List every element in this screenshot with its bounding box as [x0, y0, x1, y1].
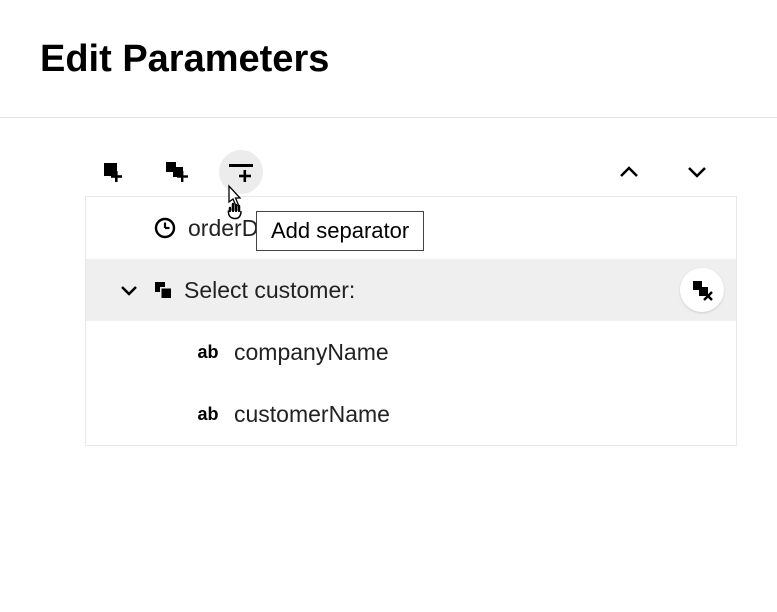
toolbar-right [607, 150, 731, 194]
add-separator-icon [227, 160, 255, 184]
ungroup-button[interactable] [680, 268, 724, 312]
group-icon [146, 279, 180, 301]
parameter-group-select-customer[interactable]: Select customer: [86, 259, 736, 321]
dialog-header: Edit Parameters [0, 0, 777, 81]
parameter-label: companyName [234, 339, 389, 366]
tooltip: Add separator [256, 211, 424, 251]
move-down-button[interactable] [675, 150, 719, 194]
toolbar-left [91, 150, 263, 194]
clock-icon [148, 216, 182, 240]
chevron-up-icon [618, 165, 640, 179]
header-divider [0, 117, 777, 118]
chevron-down-icon [112, 283, 146, 297]
group-label: Select customer: [184, 277, 355, 304]
add-item-button[interactable] [91, 150, 135, 194]
add-item-icon [101, 160, 125, 184]
add-group-button[interactable] [155, 150, 199, 194]
ungroup-icon [691, 279, 713, 301]
chevron-down-icon [686, 165, 708, 179]
move-up-button[interactable] [607, 150, 651, 194]
add-separator-button[interactable] [219, 150, 263, 194]
parameter-row-customername[interactable]: ab customerName [86, 383, 736, 445]
parameter-label: customerName [234, 401, 390, 428]
dialog-title: Edit Parameters [40, 38, 777, 81]
text-type-icon: ab [188, 342, 228, 363]
toolbar: Add separator [85, 148, 737, 196]
text-type-icon: ab [188, 404, 228, 425]
parameter-row-companyname[interactable]: ab companyName [86, 321, 736, 383]
parameters-panel: Add separator orderDate [85, 148, 737, 446]
add-group-icon [164, 160, 190, 184]
edit-parameters-dialog: Edit Parameters [0, 0, 777, 612]
